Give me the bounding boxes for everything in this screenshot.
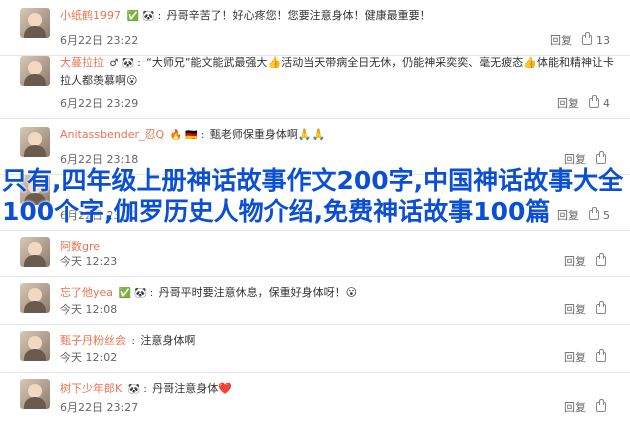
like-button[interactable] — [596, 151, 610, 164]
like-button[interactable]: 4 — [589, 95, 610, 110]
avatar[interactable] — [20, 283, 50, 313]
like-button[interactable]: 5 — [589, 207, 610, 222]
comment-text: 丹哥注意身体❤️ — [152, 382, 232, 395]
reply-button[interactable]: 回复 — [564, 301, 586, 317]
thumbs-up-icon — [596, 253, 606, 266]
thumbs-up-icon — [589, 95, 599, 108]
comment-username[interactable]: 忘了他yea — [60, 286, 113, 299]
comment-username[interactable]: 树下少年郎K — [60, 382, 122, 395]
comment-item: 阿数gre 今天 12:23 回复 — [0, 231, 630, 277]
comment-username[interactable]: Anitassbender_忍Q — [60, 128, 164, 141]
thumbs-up-icon — [596, 151, 606, 164]
like-count: 5 — [603, 208, 610, 222]
comment-text: 甄老师保重身体啊🙏🙏 — [209, 128, 326, 141]
user-badge-icon: 🐼 : — [127, 384, 147, 395]
user-badge-icon: : — [131, 336, 135, 347]
avatar[interactable] — [20, 237, 50, 267]
avatar[interactable] — [20, 175, 50, 205]
reply-button[interactable]: 回复 — [557, 95, 579, 111]
comment-text: “大师兄”能文能武最强大👍活动当天带病全日无休，仍能神采奕奕、毫无疲态👍体能和精… — [60, 56, 614, 87]
comment-time: 6月22日 23:21 — [60, 209, 139, 222]
reply-button[interactable]: 回复 — [557, 207, 579, 223]
comment-username[interactable]: 大蔓拉拉 — [60, 56, 104, 69]
avatar[interactable] — [20, 379, 50, 409]
comment-text: 丹哥辛苦了！好心疼您！您要注意身体！健康最重要！ — [166, 9, 431, 22]
reply-button[interactable]: 回复 — [564, 349, 586, 365]
comment-text: 注意身体啊 — [140, 334, 196, 347]
thumbs-up-icon — [596, 301, 606, 314]
thumbs-up-icon — [596, 399, 606, 412]
user-badge-icon: ✅ 🐼 : — [126, 11, 162, 22]
comment-time: 今天 12:23 — [60, 255, 118, 268]
comment-username[interactable]: 小纸鹤1997 — [60, 9, 121, 22]
like-button[interactable] — [596, 349, 610, 362]
comment-time: 6月22日 23:29 — [60, 97, 139, 110]
user-badge-icon: ✅ 🐼 : — [118, 288, 154, 299]
comment-item: 6月22日 23:21 回复 5 — [0, 165, 630, 231]
reply-button[interactable]: 回复 — [564, 253, 586, 269]
comment-username[interactable]: 阿数gre — [60, 240, 100, 253]
comment-item: 甄子丹粉丝会 : 注意身体啊 今天 12:02 回复 — [0, 325, 630, 373]
avatar[interactable] — [20, 8, 50, 38]
comment-text: 丹哥平时要注意休息，保重好身体呀！😮 — [158, 286, 358, 299]
like-button[interactable] — [596, 301, 610, 314]
like-button[interactable] — [596, 399, 610, 412]
comment-username[interactable]: 甄子丹粉丝会 — [60, 334, 126, 347]
comment-item: 忘了他yea ✅ 🐼 : 丹哥平时要注意休息，保重好身体呀！😮 今天 12:08… — [0, 277, 630, 325]
reply-button[interactable]: 回复 — [564, 399, 586, 415]
thumbs-up-icon — [589, 207, 599, 220]
comment-time: 6月22日 23:27 — [60, 401, 139, 414]
comment-item: 树下少年郎K 🐼 : 丹哥注意身体❤️ 6月22日 23:27 回复 — [0, 373, 630, 422]
avatar[interactable] — [20, 127, 50, 157]
user-badge-icon: 🔥 🇩🇪 : — [169, 130, 205, 141]
comment-item: 大蔓拉拉 ♂ 🐼 : “大师兄”能文能武最强大👍活动当天带病全日无休，仍能神采奕… — [0, 44, 630, 119]
avatar[interactable] — [20, 331, 50, 361]
like-button[interactable] — [596, 253, 610, 266]
comment-time: 今天 12:08 — [60, 303, 118, 316]
thumbs-up-icon — [596, 349, 606, 362]
like-count: 4 — [603, 96, 610, 110]
comment-time: 今天 12:02 — [60, 351, 118, 364]
user-badge-icon: ♂ 🐼 : — [109, 58, 141, 69]
avatar[interactable] — [20, 56, 50, 86]
